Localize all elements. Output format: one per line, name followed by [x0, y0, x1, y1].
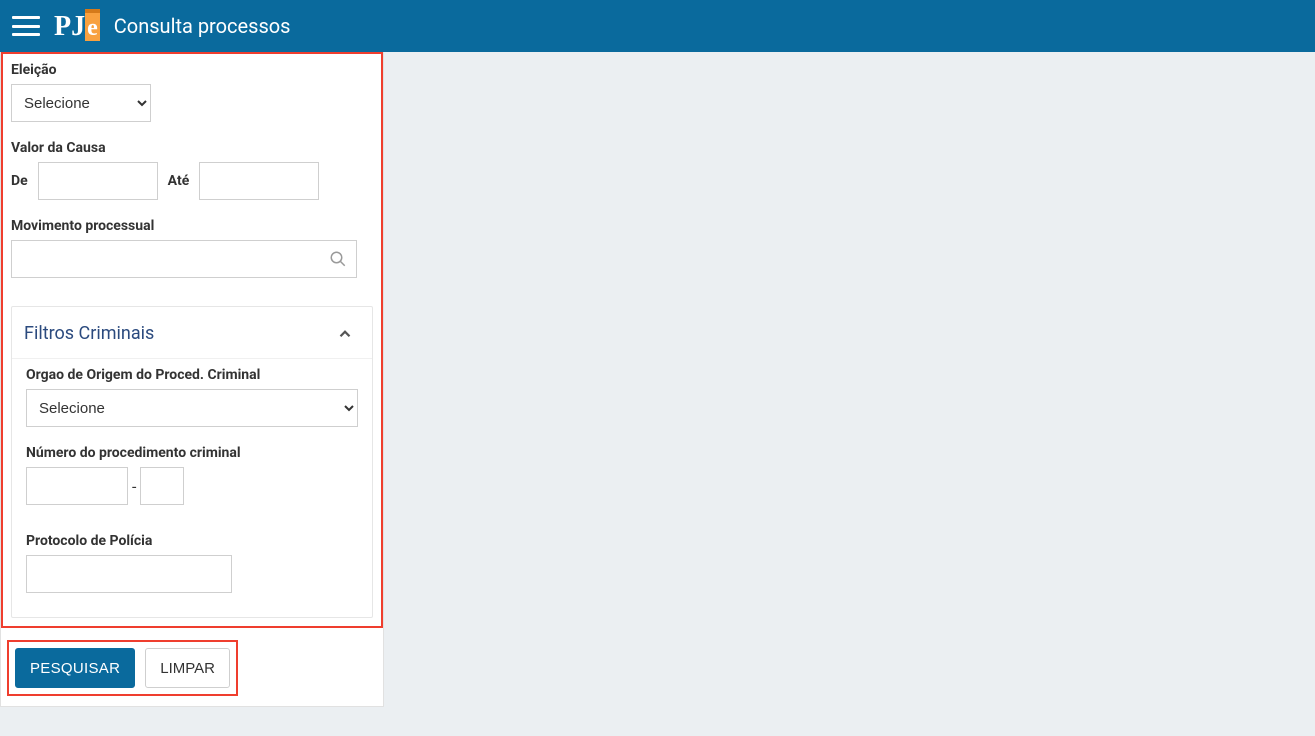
chevron-up-icon: [336, 325, 354, 343]
dash-separator: -: [132, 477, 136, 496]
accordion-body: Orgao de Origem do Proced. Criminal Sele…: [12, 358, 372, 617]
label-valor-causa: Valor da Causa: [11, 140, 373, 156]
field-movimento: Movimento processual: [11, 218, 373, 278]
select-orgao-origem[interactable]: Selecione: [26, 389, 358, 427]
top-bar: PJe Consulta processos: [0, 0, 1315, 52]
label-orgao-origem: Orgao de Origem do Proced. Criminal: [26, 367, 358, 383]
search-icon[interactable]: [329, 250, 347, 268]
input-protocolo-policia[interactable]: [26, 555, 232, 593]
label-eleicao: Eleição: [11, 62, 373, 78]
field-orgao-origem: Orgao de Origem do Proced. Criminal Sele…: [26, 367, 358, 427]
logo-letter-p: P: [54, 11, 71, 43]
input-numero-procedimento-a[interactable]: [26, 467, 128, 505]
buttons-zone: PESQUISAR LIMPAR: [1, 628, 383, 706]
input-numero-procedimento-b[interactable]: [140, 467, 184, 505]
select-eleicao[interactable]: Selecione: [11, 84, 151, 122]
input-movimento[interactable]: [11, 240, 357, 278]
accordion-filtros-criminais: Filtros Criminais Orgao de Origem do Pro…: [11, 306, 373, 618]
app-logo: PJe: [54, 9, 100, 43]
accordion-header-filtros-criminais[interactable]: Filtros Criminais: [12, 307, 372, 358]
accordion-title: Filtros Criminais: [24, 323, 154, 344]
label-protocolo-policia: Protocolo de Polícia: [26, 533, 358, 549]
label-numero-procedimento: Número do procedimento criminal: [26, 445, 358, 461]
pesquisar-button[interactable]: PESQUISAR: [15, 648, 135, 688]
filter-panel: Eleição Selecione Valor da Causa De Até: [0, 52, 384, 707]
highlighted-filter-area: Eleição Selecione Valor da Causa De Até: [1, 52, 383, 628]
label-movimento: Movimento processual: [11, 218, 373, 234]
label-ate: Até: [168, 173, 190, 189]
logo-letter-e: e: [87, 15, 98, 41]
limpar-button[interactable]: LIMPAR: [145, 648, 230, 688]
field-numero-procedimento: Número do procedimento criminal -: [26, 445, 358, 505]
content: Eleição Selecione Valor da Causa De Até: [0, 52, 1315, 707]
input-valor-ate[interactable]: [199, 162, 319, 200]
input-valor-de[interactable]: [38, 162, 158, 200]
page-title: Consulta processos: [114, 14, 291, 38]
highlighted-buttons-area: PESQUISAR LIMPAR: [7, 640, 238, 696]
field-valor-causa: Valor da Causa De Até: [11, 140, 373, 200]
menu-icon[interactable]: [12, 16, 40, 36]
field-protocolo-policia: Protocolo de Polícia: [26, 533, 358, 593]
field-eleicao: Eleição Selecione: [11, 62, 373, 122]
logo-letter-j: J: [71, 11, 85, 43]
label-de: De: [11, 173, 28, 189]
